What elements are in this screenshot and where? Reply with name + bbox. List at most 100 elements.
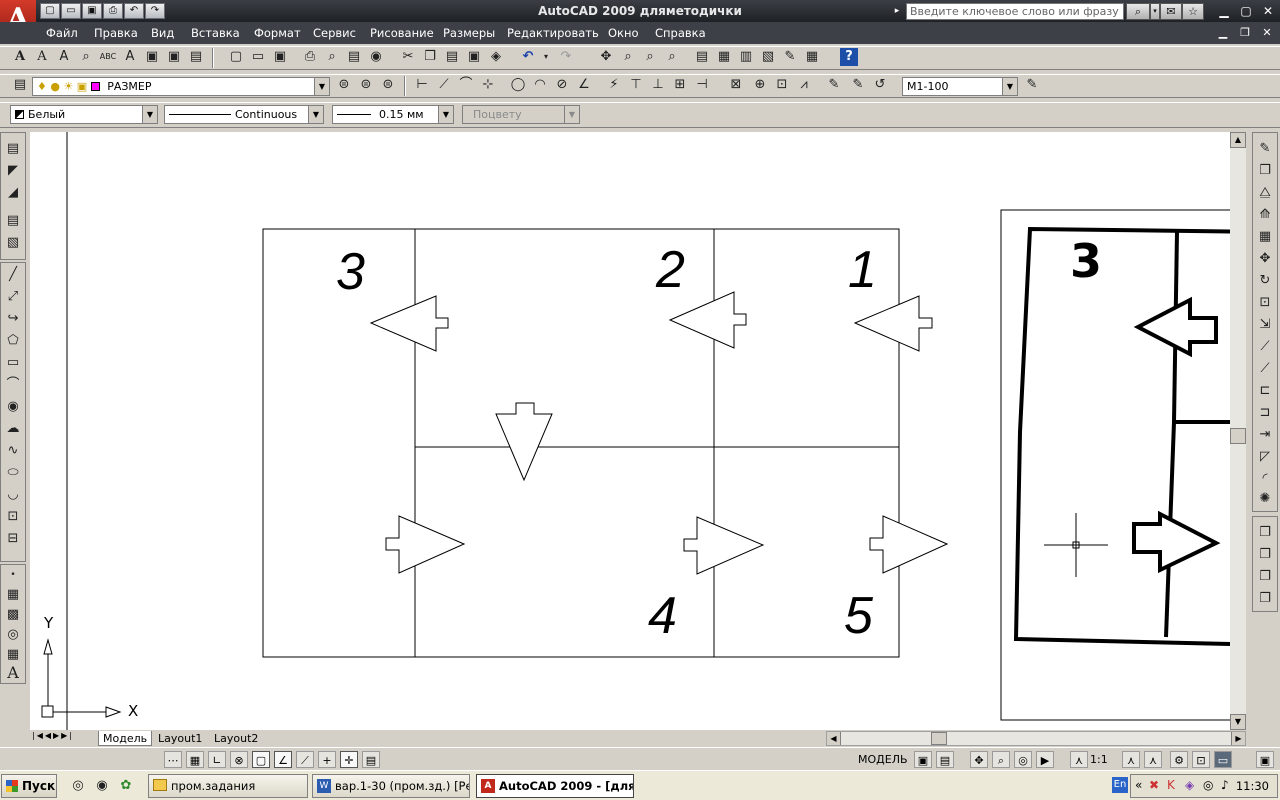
drawing-canvas[interactable]: 3 2 1 4 5 3 Y X [30, 132, 1230, 730]
linetype-dropdown[interactable]: Continuous ▼ [164, 105, 324, 124]
menu-window[interactable]: Окно [608, 26, 639, 40]
dynamic-ucs-icon[interactable]: ⟋ [296, 751, 314, 768]
color-dropdown-arrow-icon[interactable]: ▼ [142, 106, 157, 123]
help-icon[interactable]: ? [840, 48, 858, 66]
scroll-right-icon[interactable]: ▶ [1231, 732, 1245, 745]
rotate-icon[interactable]: ↻ [1255, 271, 1275, 291]
text-style-manager-icon[interactable]: A [120, 47, 140, 67]
tray-volume-icon[interactable]: ♪ [1221, 778, 1229, 792]
close-icon[interactable]: ✕ [1258, 3, 1278, 19]
match-properties-icon[interactable]: ▣ [464, 47, 484, 67]
text-icon[interactable]: A [10, 47, 30, 67]
layout-icon[interactable]: ▤ [3, 139, 23, 159]
center-mark-icon[interactable]: ⊕ [750, 75, 770, 95]
tray-antivirus-icon[interactable]: K [1167, 778, 1175, 792]
vertical-scroll-thumb[interactable] [1230, 428, 1246, 444]
markup-icon[interactable]: ✎ [780, 47, 800, 67]
menu-view[interactable]: Вид [151, 26, 174, 40]
layer-states-icon[interactable]: ⊜ [378, 75, 398, 95]
menu-dimension[interactable]: Размеры [443, 26, 495, 40]
circle-icon[interactable]: ◉ [3, 397, 23, 417]
color-dropdown[interactable]: Белый ▼ [10, 105, 158, 124]
send-to-back-icon[interactable]: ❐ [1255, 545, 1275, 565]
bring-above-icon[interactable]: ❐ [1255, 567, 1275, 587]
dimension-break-icon[interactable]: ⊣ [692, 75, 712, 95]
spline-icon[interactable]: ∿ [3, 441, 23, 461]
quickcalc-icon[interactable]: ▦ [802, 47, 822, 67]
vertical-scrollbar[interactable]: ▲ ▼ [1230, 132, 1246, 730]
dimension-text-edit-icon[interactable]: ✎ [848, 75, 868, 95]
doc-close-icon[interactable]: ✕ [1258, 25, 1276, 41]
language-indicator[interactable]: En [1112, 777, 1128, 793]
tray-wireless-icon[interactable]: ◎ [1203, 778, 1213, 792]
search-icon[interactable]: ⌕ [1126, 3, 1150, 20]
make-current-layer-icon[interactable]: ⊜ [334, 75, 354, 95]
pan-icon[interactable]: ✥ [596, 47, 616, 67]
continue-dimension-icon[interactable]: ⊥ [648, 75, 668, 95]
tab-nav-arrows-icon[interactable]: |◀◀▶▶| [32, 731, 74, 740]
send-under-icon[interactable]: ❐ [1255, 589, 1275, 609]
task-folder[interactable]: пром.задания [148, 774, 308, 798]
polar-tracking-icon[interactable]: ⊗ [230, 751, 248, 768]
scale-icon[interactable]: ⊡ [1255, 293, 1275, 313]
baseline-dimension-icon[interactable]: ⊤ [626, 75, 646, 95]
menu-tools[interactable]: Сервис [313, 26, 356, 40]
tray-network-icon[interactable]: ✖ [1149, 778, 1159, 792]
doc-minimize-icon[interactable]: ▁ [1214, 25, 1232, 41]
layer-manager-icon[interactable]: ▤ [10, 75, 30, 95]
angular-dimension-icon[interactable]: ∠ [574, 75, 594, 95]
mirror-icon[interactable]: ⧋ [1255, 183, 1275, 203]
arc-length-icon[interactable]: ⌒ [456, 75, 476, 95]
zoom-realtime-icon[interactable]: ⌕ [618, 47, 638, 67]
break-at-point-icon[interactable]: ⊏ [1255, 381, 1275, 401]
quick-properties-icon[interactable]: ▤ [362, 751, 380, 768]
ortho-mode-icon[interactable]: ∟ [208, 751, 226, 768]
spellcheck-icon[interactable]: ABC [98, 47, 118, 67]
scroll-up-icon[interactable]: ▲ [1230, 132, 1246, 148]
qnew-icon[interactable]: ▢ [226, 47, 246, 67]
maximize-icon[interactable]: ▢ [1236, 3, 1256, 19]
rectangle-icon[interactable]: ▭ [3, 353, 23, 373]
drawing-view-icon[interactable]: ▤ [3, 211, 23, 231]
plot-icon[interactable]: ⎙ [300, 47, 320, 67]
annotation-scale-icon[interactable]: ⋏ [1070, 751, 1088, 768]
dimension-style-manager-icon[interactable]: ✎ [1022, 75, 1042, 95]
horizontal-scroll-thumb[interactable] [931, 732, 947, 745]
linear-dimension-icon[interactable]: ⊢ [412, 75, 432, 95]
grid-display-icon[interactable]: ▦ [186, 751, 204, 768]
zoom-window-icon[interactable]: ⌕ [640, 47, 660, 67]
cut-icon[interactable]: ✂ [398, 47, 418, 67]
help-search-input[interactable]: Введите ключевое слово или фразу [906, 3, 1124, 20]
explode-icon[interactable]: ✺ [1255, 489, 1275, 509]
break-icon[interactable]: ⊐ [1255, 403, 1275, 423]
showmotion-icon[interactable]: ▶ [1036, 751, 1054, 768]
search-dropdown-icon[interactable]: ▾ [1150, 3, 1160, 20]
favorites-icon[interactable]: ☆ [1182, 3, 1204, 20]
line-icon[interactable]: ╱ [3, 265, 23, 285]
copy-icon[interactable]: ❐ [420, 47, 440, 67]
menu-format[interactable]: Формат [254, 26, 301, 40]
mtext-edit-icon[interactable]: A [32, 47, 52, 67]
dimension-edit-icon[interactable]: ✎ [824, 75, 844, 95]
chamfer-icon[interactable]: ◸ [1255, 447, 1275, 467]
quick-dimension-icon[interactable]: ⚡ [604, 75, 624, 95]
extend-icon[interactable]: ⟋ [1255, 359, 1275, 379]
block-editor-icon[interactable]: ◈ [486, 47, 506, 67]
lineweight-dropdown[interactable]: 0.15 мм ▼ [332, 105, 454, 124]
trim-icon[interactable]: ⟋ [1255, 337, 1275, 357]
tab-layout1[interactable]: Layout1 [154, 731, 206, 746]
dimension-space-icon[interactable]: ⊞ [670, 75, 690, 95]
construction-line-icon[interactable]: ⤢ [3, 287, 23, 307]
section-icon[interactable]: ◤ [3, 161, 23, 181]
point-icon[interactable]: • [3, 565, 23, 585]
doc-restore-icon[interactable]: ❐ [1236, 25, 1254, 41]
layer-previous-icon[interactable]: ⊜ [356, 75, 376, 95]
join-icon[interactable]: ⇥ [1255, 425, 1275, 445]
copy-object-icon[interactable]: ❐ [1255, 161, 1275, 181]
annotation-visibility-icon[interactable]: ⋏ [1122, 751, 1140, 768]
design-center-icon[interactable]: ▦ [714, 47, 734, 67]
quick-view-drawings-icon[interactable]: ▤ [936, 751, 954, 768]
task-autocad[interactable]: A AutoCAD 2009 - [для... [476, 774, 634, 798]
hatch-icon[interactable]: ▦ [3, 585, 23, 605]
arc-icon[interactable]: ⌒ [3, 375, 23, 395]
